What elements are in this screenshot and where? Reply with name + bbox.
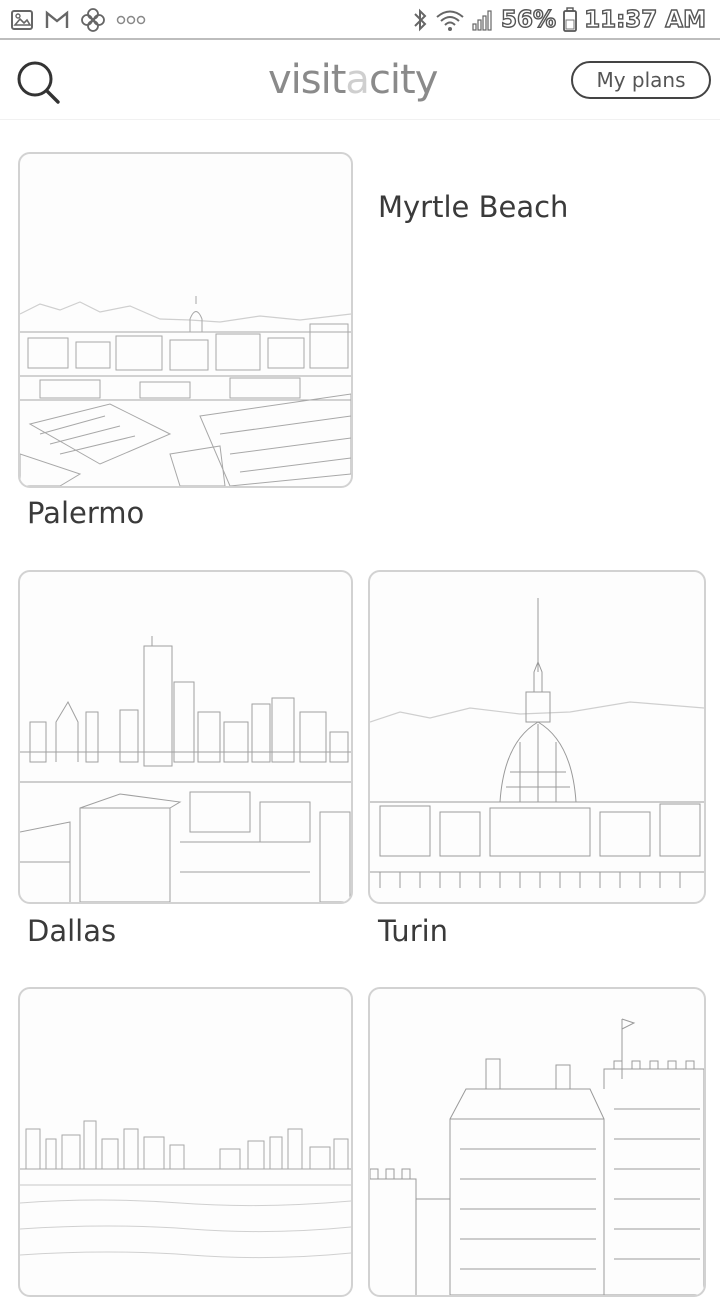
more-dots-icon (116, 14, 146, 26)
my-plans-button[interactable]: My plans (571, 61, 711, 99)
battery-percent: 56% (500, 6, 557, 33)
city-image-turin[interactable] (368, 570, 706, 904)
logo-part-visit: visit (268, 57, 346, 103)
palermo-rooftops-image (20, 296, 351, 486)
waterfront-skyline-image (20, 1120, 351, 1259)
search-icon (17, 61, 60, 104)
dallas-skyline-image (20, 636, 351, 902)
battery-icon (562, 7, 578, 33)
signal-icon (471, 8, 495, 32)
app-header: visitacity My plans (0, 40, 720, 120)
notification-icons (10, 6, 146, 34)
bluetooth-icon (411, 7, 429, 33)
status-bar: 56% 11:37 AM (0, 0, 720, 40)
wifi-icon (435, 7, 465, 33)
gmail-icon (44, 9, 70, 31)
turin-mole-image (370, 598, 704, 888)
city-name-myrtle-beach[interactable]: Myrtle Beach (378, 190, 568, 224)
image-icon (10, 9, 34, 31)
logo-part-a: a (345, 57, 369, 103)
city-name-dallas[interactable]: Dallas (27, 914, 116, 948)
city-image-palermo[interactable] (18, 152, 353, 488)
clock: 11:37 AM (583, 6, 706, 33)
search-button[interactable] (14, 58, 62, 106)
pinwheel-icon (80, 7, 106, 33)
system-icons: 56% 11:37 AM (411, 4, 707, 36)
city-name-turin[interactable]: Turin (378, 914, 448, 948)
app-logo: visitacity (268, 56, 438, 104)
logo-part-city: city (368, 57, 438, 103)
city-image-5[interactable] (18, 987, 353, 1297)
city-name-palermo[interactable]: Palermo (27, 496, 144, 530)
city-image-dallas[interactable] (18, 570, 353, 904)
city-image-6[interactable] (368, 987, 706, 1297)
castle-image (370, 1018, 704, 1295)
